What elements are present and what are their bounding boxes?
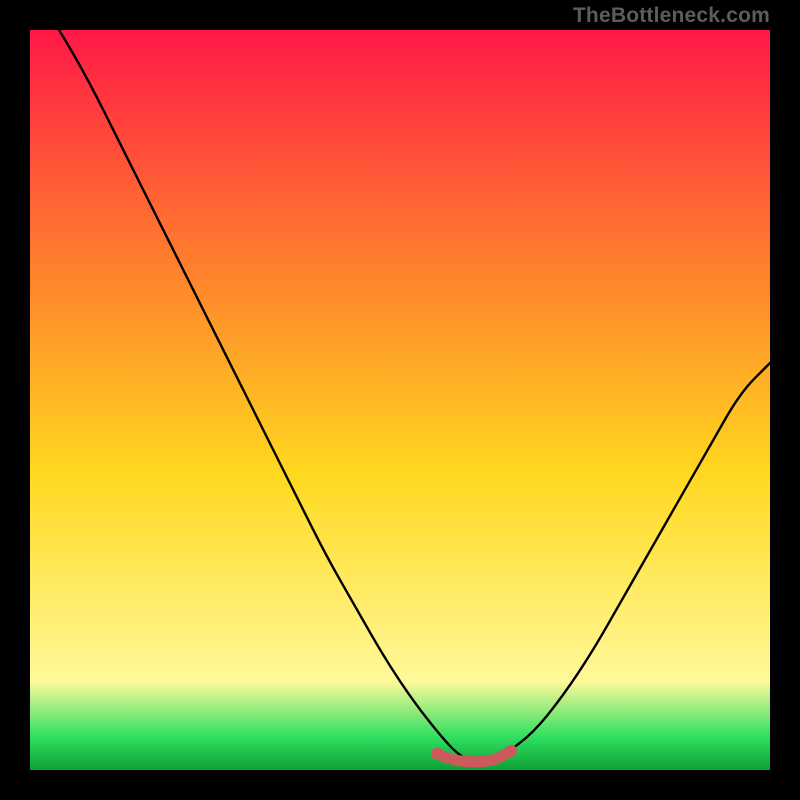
- bottleneck-chart: [30, 30, 770, 770]
- gradient-background: [30, 30, 770, 770]
- attribution-text: TheBottleneck.com: [573, 4, 770, 28]
- flat-zone-start-dot: [431, 748, 443, 760]
- flat-zone-end-dot: [505, 745, 517, 757]
- outer-frame: TheBottleneck.com: [0, 0, 800, 800]
